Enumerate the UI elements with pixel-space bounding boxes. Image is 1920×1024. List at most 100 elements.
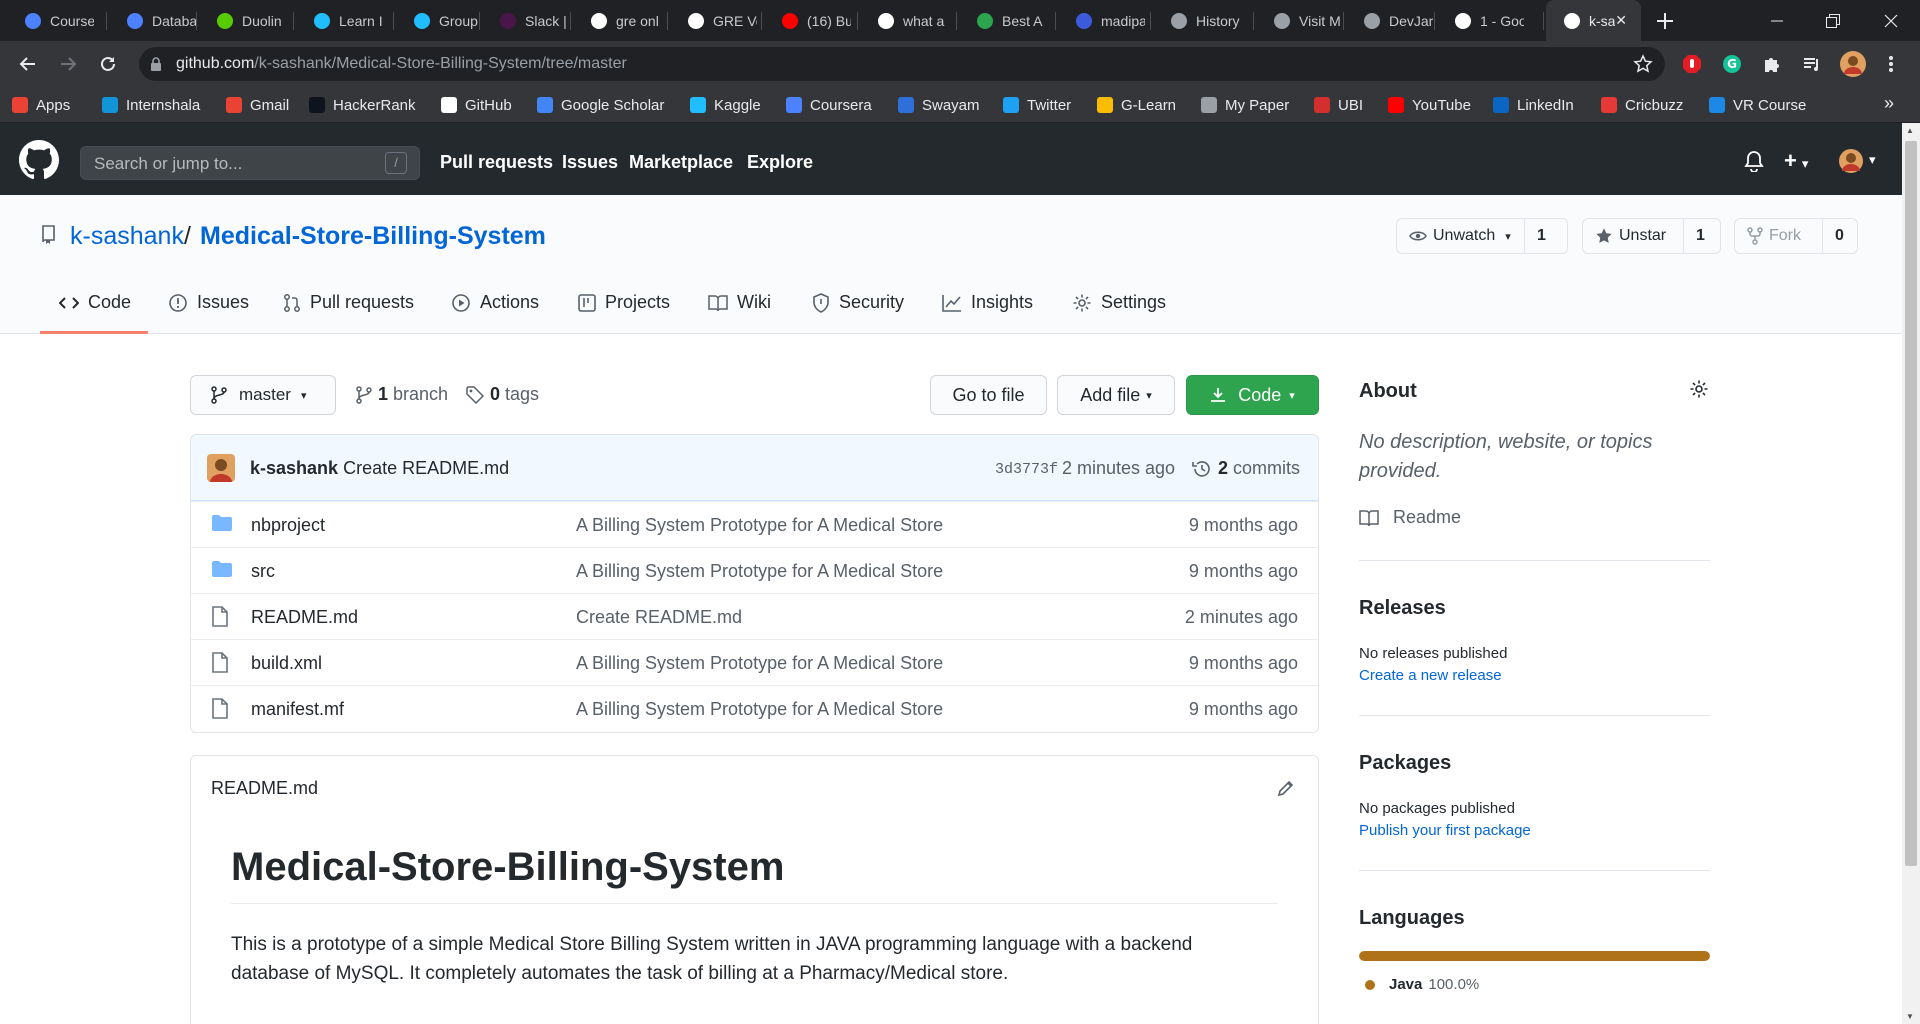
- browser-tab[interactable]: History: [1153, 0, 1254, 41]
- browser-tab[interactable]: Course: [7, 0, 107, 41]
- readme-sidebar-link[interactable]: Readme: [1359, 507, 1461, 528]
- browser-tab[interactable]: what a: [860, 0, 957, 41]
- file-name-link[interactable]: build.xml: [251, 653, 322, 674]
- bookmark-github[interactable]: GitHub: [441, 87, 512, 123]
- fork-button[interactable]: Fork 0: [1734, 218, 1858, 254]
- browser-tab[interactable]: Slack |: [482, 0, 571, 41]
- new-tab-button[interactable]: [1652, 8, 1678, 34]
- watch-count[interactable]: 1: [1525, 227, 1558, 245]
- url-text[interactable]: github.com/k-sashank/Medical-Store-Billi…: [176, 55, 627, 73]
- commit-message-link[interactable]: Create README.md: [343, 458, 509, 478]
- star-button[interactable]: Unstar 1: [1582, 218, 1721, 254]
- close-tab-icon[interactable]: ✕: [1615, 12, 1627, 29]
- browser-tab[interactable]: DevJar: [1346, 0, 1435, 41]
- extensions-button[interactable]: [1759, 51, 1785, 77]
- file-row[interactable]: manifest.mf A Billing System Prototype fo…: [191, 685, 1318, 731]
- file-row[interactable]: README.md Create README.md 2 minutes ago: [191, 593, 1318, 639]
- tags-link[interactable]: 0 tags: [466, 384, 539, 405]
- nav-explore[interactable]: Explore: [747, 152, 813, 173]
- tab-security[interactable]: Security: [812, 292, 904, 313]
- tab-settings[interactable]: Settings: [1072, 292, 1166, 313]
- browser-tab[interactable]: Group: [396, 0, 480, 41]
- restore-button[interactable]: [1810, 0, 1856, 41]
- bookmark-swayam[interactable]: Swayam: [898, 87, 980, 123]
- add-file-button[interactable]: Add file ▾: [1057, 375, 1175, 415]
- file-commit-message-link[interactable]: Create README.md: [576, 607, 742, 628]
- bookmark-twitter[interactable]: Twitter: [1003, 87, 1071, 123]
- scroll-up-arrow-icon[interactable]: ▲: [1906, 126, 1914, 135]
- create-new-button[interactable]: + ▾: [1784, 150, 1808, 175]
- file-row[interactable]: nbproject A Billing System Prototype for …: [191, 501, 1318, 547]
- bookmark-g-learn[interactable]: G-Learn: [1097, 87, 1176, 123]
- tab-projects[interactable]: Projects: [578, 292, 670, 313]
- back-button[interactable]: [13, 49, 43, 79]
- browser-tab[interactable]: Databa: [109, 0, 197, 41]
- file-commit-message-link[interactable]: A Billing System Prototype for A Medical…: [576, 699, 943, 720]
- bookmark-vr-course[interactable]: VR Course: [1709, 87, 1806, 123]
- repo-name-link[interactable]: Medical-Store-Billing-System: [200, 222, 546, 251]
- bookmark-hackerrank[interactable]: HackerRank: [309, 87, 416, 123]
- tab-pull-requests[interactable]: Pull requests: [283, 292, 414, 313]
- commits-link[interactable]: 2 commits: [1192, 458, 1300, 479]
- bookmark-gmail[interactable]: Gmail: [226, 87, 289, 123]
- minimize-button[interactable]: [1754, 0, 1800, 41]
- commit-author-avatar[interactable]: [207, 454, 235, 482]
- code-download-button[interactable]: Code ▾: [1186, 375, 1319, 415]
- tab-wiki[interactable]: Wiki: [708, 292, 771, 313]
- bookmarks-overflow-button[interactable]: »: [1884, 93, 1894, 114]
- github-logo-icon[interactable]: [19, 140, 59, 180]
- commit-author-link[interactable]: k-sashank: [250, 458, 338, 478]
- file-name-link[interactable]: src: [251, 561, 275, 582]
- edit-readme-pencil-icon[interactable]: [1277, 779, 1295, 797]
- reading-list-button[interactable]: [1799, 51, 1825, 77]
- file-commit-message-link[interactable]: A Billing System Prototype for A Medical…: [576, 561, 943, 582]
- browser-tab[interactable]: madipa: [1058, 0, 1151, 41]
- chrome-menu-button[interactable]: [1878, 51, 1904, 77]
- bookmark-my-paper[interactable]: My Paper: [1201, 87, 1289, 123]
- forward-button[interactable]: [53, 49, 83, 79]
- tab-code[interactable]: Code: [59, 292, 131, 313]
- nav-pull-requests[interactable]: Pull requests: [440, 152, 553, 173]
- browser-tab[interactable]: GRE Ve: [670, 0, 762, 41]
- language-item-java[interactable]: Java 100.0%: [1365, 976, 1479, 993]
- releases-heading[interactable]: Releases: [1359, 597, 1446, 620]
- browser-tab[interactable]: gre onl: [573, 0, 668, 41]
- browser-tab[interactable]: Duolin: [199, 0, 294, 41]
- avatar-caret-icon[interactable]: ▾: [1869, 152, 1876, 168]
- tab-insights[interactable]: Insights: [942, 292, 1033, 313]
- publish-package-link[interactable]: Publish your first package: [1359, 822, 1531, 839]
- profile-avatar-button[interactable]: [1840, 51, 1866, 77]
- about-settings-gear-icon[interactable]: [1689, 379, 1709, 399]
- scrollbar-thumb[interactable]: [1905, 141, 1917, 866]
- grammarly-extension[interactable]: G: [1719, 51, 1745, 77]
- browser-tab[interactable]: (16) Bu: [764, 0, 858, 41]
- watch-button[interactable]: Unwatch ▾ 1: [1396, 218, 1568, 254]
- branches-link[interactable]: 1 branch: [356, 384, 448, 405]
- adblock-extension[interactable]: [1679, 51, 1705, 77]
- bookmark-kaggle[interactable]: Kaggle: [690, 87, 761, 123]
- file-name-link[interactable]: manifest.mf: [251, 699, 344, 720]
- tab-issues[interactable]: Issues: [168, 292, 249, 313]
- bookmark-linkedin[interactable]: LinkedIn: [1493, 87, 1574, 123]
- bookmark-ubi[interactable]: UBI: [1314, 87, 1363, 123]
- repo-owner-link[interactable]: k-sashank: [70, 222, 184, 251]
- create-release-link[interactable]: Create a new release: [1359, 667, 1502, 684]
- notifications-bell-icon[interactable]: [1744, 150, 1764, 172]
- bookmark-google-scholar[interactable]: Google Scholar: [537, 87, 664, 123]
- bookmark-star-button[interactable]: [1630, 51, 1656, 77]
- file-name-link[interactable]: nbproject: [251, 515, 325, 536]
- nav-marketplace[interactable]: Marketplace: [629, 152, 733, 173]
- browser-tab[interactable]: Best A: [959, 0, 1056, 41]
- browser-tab[interactable]: Learn I: [296, 0, 394, 41]
- packages-heading[interactable]: Packages: [1359, 752, 1451, 775]
- close-window-button[interactable]: [1868, 0, 1914, 41]
- nav-issues[interactable]: Issues: [562, 152, 618, 173]
- bookmark-internshala[interactable]: Internshala: [102, 87, 200, 123]
- branch-select-button[interactable]: master ▾: [190, 375, 336, 415]
- browser-tab[interactable]: 1 - Goo: [1437, 0, 1544, 41]
- bookmark-apps[interactable]: Apps: [12, 87, 70, 123]
- commit-hash-link[interactable]: 3d3773f: [995, 461, 1058, 478]
- file-row[interactable]: build.xml A Billing System Prototype for …: [191, 639, 1318, 685]
- file-row[interactable]: src A Billing System Prototype for A Medi…: [191, 547, 1318, 593]
- bookmark-cricbuzz[interactable]: Cricbuzz: [1601, 87, 1683, 123]
